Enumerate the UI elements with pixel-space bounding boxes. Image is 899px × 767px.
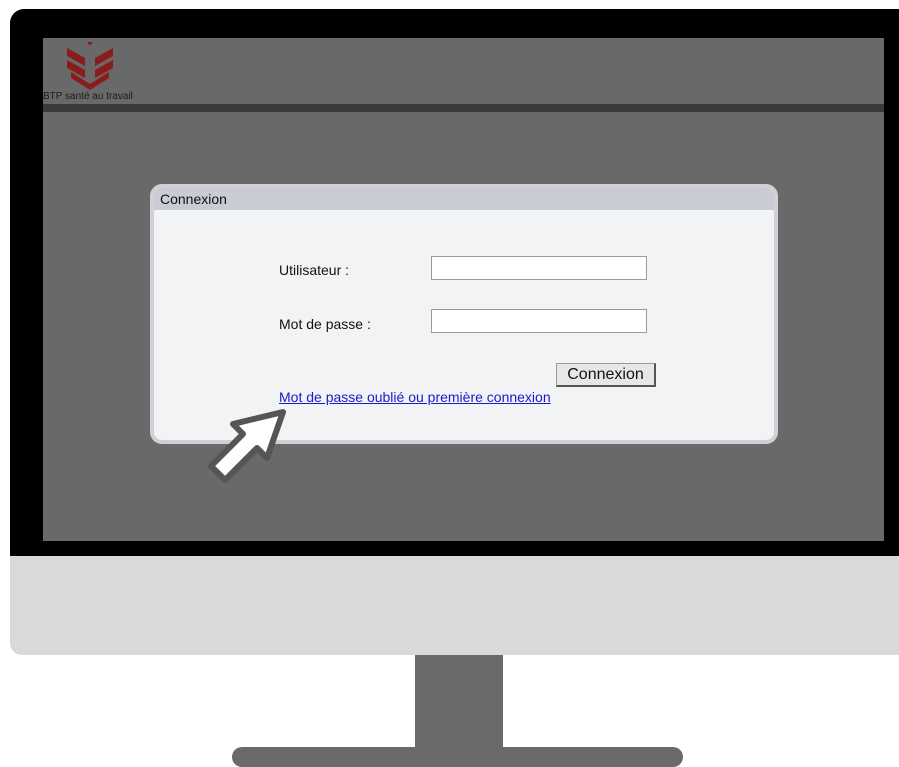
login-button[interactable]: Connexion xyxy=(556,363,656,387)
header-bar xyxy=(43,104,884,112)
username-label: Utilisateur : xyxy=(279,262,350,278)
arrow-cursor-icon xyxy=(208,409,286,483)
brand-text: BTP santé au travail xyxy=(43,91,133,102)
password-label: Mot de passe : xyxy=(279,316,371,332)
screen: BTP santé au travail Connexion Utilisate… xyxy=(43,38,884,541)
panel-title: Connexion xyxy=(160,191,227,207)
forgot-password-link[interactable]: Mot de passe oublié ou première connexio… xyxy=(279,389,551,405)
monitor-stand-neck xyxy=(415,655,503,750)
btp-logo-icon xyxy=(67,42,113,90)
panel-header: Connexion xyxy=(154,188,774,210)
login-panel: Connexion Utilisateur : Mot de passe : C… xyxy=(150,184,778,444)
monitor-stand-base xyxy=(232,747,683,767)
monitor-chin xyxy=(10,556,899,655)
username-input[interactable] xyxy=(431,256,647,280)
password-input[interactable] xyxy=(431,309,647,333)
